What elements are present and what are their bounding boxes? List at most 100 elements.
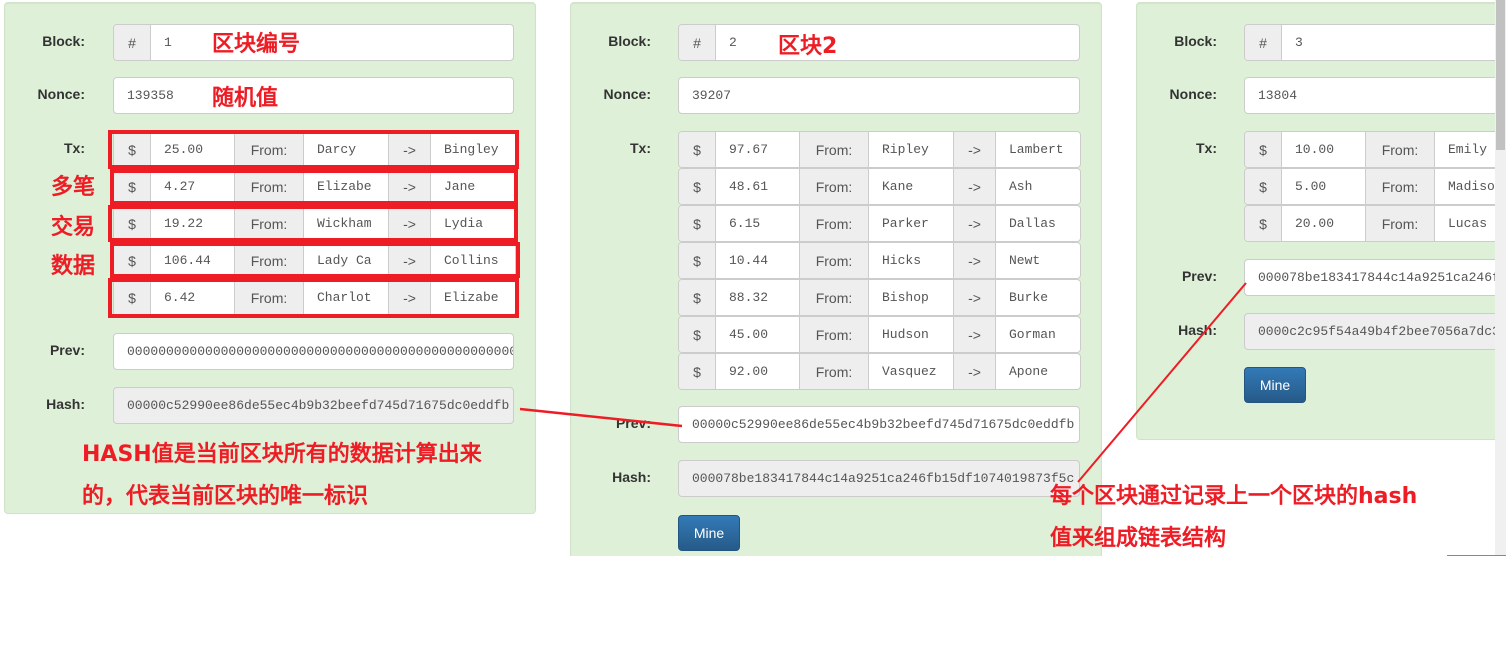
dollar-addon: $: [679, 317, 716, 352]
dollar-addon: $: [1245, 206, 1282, 241]
transaction-row: $48.61 From: Kane -> Ash: [678, 168, 1081, 205]
annotation-tx-3: 数据: [51, 254, 96, 279]
nonce-input[interactable]: 39207: [678, 77, 1080, 114]
to-input[interactable]: Apone: [996, 354, 1080, 389]
from-input[interactable]: Vasquez: [869, 354, 953, 389]
transaction-row: $10.44 From: Hicks -> Newt: [678, 242, 1081, 279]
hash-output: 000078be183417844c14a9251ca246fb15df1074…: [678, 460, 1080, 497]
vertical-scrollbar[interactable]: [1495, 0, 1506, 556]
transaction-row: $6.15 From: Parker -> Dallas: [678, 205, 1081, 242]
arrow-addon: ->: [953, 132, 996, 167]
amount-input[interactable]: 97.67: [716, 132, 799, 167]
dollar-addon: $: [679, 243, 716, 278]
transaction-row: $97.67 From: Ripley -> Lambert: [678, 131, 1081, 168]
block-card-2: Block: # 2 Nonce: 39207 Tx: $97.67 From: R…: [570, 2, 1102, 556]
hash-sign-addon: #: [679, 25, 716, 60]
block-number-input[interactable]: # 3: [1244, 24, 1506, 61]
arrow-addon: ->: [953, 280, 996, 315]
to-input[interactable]: Dallas: [996, 206, 1080, 241]
annotation-nonce: 随机值: [212, 86, 279, 111]
dollar-addon: $: [679, 280, 716, 315]
hash-sign-addon: #: [1245, 25, 1282, 60]
from-input[interactable]: Hicks: [869, 243, 953, 278]
from-addon: From:: [799, 132, 869, 167]
to-input[interactable]: Gorman: [996, 317, 1080, 352]
from-addon: From:: [799, 354, 869, 389]
transaction-row: $45.00 From: Hudson -> Gorman: [678, 316, 1081, 353]
hash-sign-addon: #: [114, 25, 151, 60]
to-input[interactable]: Newt: [996, 243, 1080, 278]
tx-label: Tx:: [1196, 140, 1217, 156]
block-label: Block:: [42, 33, 85, 49]
annotation-chain-1: 每个区块通过记录上一个区块的hash: [1050, 484, 1418, 509]
arrow-addon: ->: [953, 354, 996, 389]
annotation-block-number: 区块编号: [212, 32, 301, 57]
nonce-input[interactable]: 139358: [113, 77, 514, 114]
amount-input[interactable]: 45.00: [716, 317, 799, 352]
amount-input[interactable]: 6.15: [716, 206, 799, 241]
hash-label: Hash:: [612, 469, 651, 485]
block-card-3: Block: # 3 Nonce: 13804 Tx: $10.00 From: E…: [1136, 2, 1506, 440]
prev-hash-input[interactable]: 000078be183417844c14a9251ca246fb15df1074…: [1244, 259, 1506, 296]
arrow-addon: ->: [953, 206, 996, 241]
annotation-chain-2: 值来组成链表结构: [1050, 526, 1227, 551]
hash-output: 0000c2c95f54a49b4f2bee7056a7dc3: [1244, 313, 1506, 350]
to-input[interactable]: Lambert: [996, 132, 1080, 167]
tx-highlight-box: [108, 130, 519, 169]
from-addon: From:: [1365, 132, 1435, 167]
divider-line: [1447, 555, 1506, 556]
prev-hash-input[interactable]: 0000000000000000000000000000000000000000…: [113, 333, 514, 370]
to-input[interactable]: Burke: [996, 280, 1080, 315]
from-addon: From:: [799, 317, 869, 352]
hash-label: Hash:: [46, 396, 85, 412]
dollar-addon: $: [679, 354, 716, 389]
tx-label: Tx:: [64, 140, 85, 156]
dollar-addon: $: [679, 206, 716, 241]
from-input[interactable]: Kane: [869, 169, 953, 204]
amount-input[interactable]: 88.32: [716, 280, 799, 315]
nonce-label: Nonce:: [37, 86, 85, 102]
amount-input[interactable]: 5.00: [1282, 169, 1365, 204]
annotation-hash-1: HASH值是当前区块所有的数据计算出来: [82, 442, 482, 467]
amount-input[interactable]: 48.61: [716, 169, 799, 204]
mine-button[interactable]: Mine: [678, 515, 740, 551]
from-input[interactable]: Parker: [869, 206, 953, 241]
scrollbar-thumb[interactable]: [1496, 0, 1505, 150]
dollar-addon: $: [679, 132, 716, 167]
arrow-addon: ->: [953, 243, 996, 278]
nonce-label: Nonce:: [603, 86, 651, 102]
annotation-tx-1: 多笔: [51, 175, 96, 200]
mine-button[interactable]: Mine: [1244, 367, 1306, 403]
amount-input[interactable]: 20.00: [1282, 206, 1365, 241]
annotation-hash-2: 的，代表当前区块的唯一标识: [82, 484, 369, 509]
transaction-row: $20.00From:Lucas->: [1244, 205, 1506, 242]
from-addon: From:: [1365, 169, 1435, 204]
from-input[interactable]: Bishop: [869, 280, 953, 315]
amount-input[interactable]: 10.44: [716, 243, 799, 278]
dollar-addon: $: [1245, 169, 1282, 204]
transaction-row: $92.00 From: Vasquez -> Apone: [678, 353, 1081, 390]
transaction-row: $10.00From:Emily->: [1244, 131, 1506, 168]
block-number-input[interactable]: # 1: [113, 24, 514, 61]
prev-label: Prev:: [615, 415, 651, 431]
hash-label: Hash:: [1178, 322, 1217, 338]
tx-highlight-box: [108, 205, 518, 242]
block-label: Block:: [608, 33, 651, 49]
amount-input[interactable]: 92.00: [716, 354, 799, 389]
block-number-input[interactable]: # 2: [678, 24, 1080, 61]
from-addon: From:: [799, 169, 869, 204]
transaction-row: $88.32 From: Bishop -> Burke: [678, 279, 1081, 316]
prev-label: Prev:: [49, 342, 85, 358]
prev-hash-input[interactable]: 00000c52990ee86de55ec4b9b32beefd745d7167…: [678, 406, 1080, 443]
amount-input[interactable]: 10.00: [1282, 132, 1365, 167]
from-addon: From:: [799, 280, 869, 315]
to-input[interactable]: Ash: [996, 169, 1080, 204]
nonce-input[interactable]: 13804: [1244, 77, 1506, 114]
arrow-addon: ->: [953, 317, 996, 352]
nonce-label: Nonce:: [1169, 86, 1217, 102]
from-input[interactable]: Ripley: [869, 132, 953, 167]
from-input[interactable]: Hudson: [869, 317, 953, 352]
hash-output: 00000c52990ee86de55ec4b9b32beefd745d7167…: [113, 387, 514, 424]
from-addon: From:: [799, 243, 869, 278]
tx-highlight-box: [110, 169, 518, 205]
